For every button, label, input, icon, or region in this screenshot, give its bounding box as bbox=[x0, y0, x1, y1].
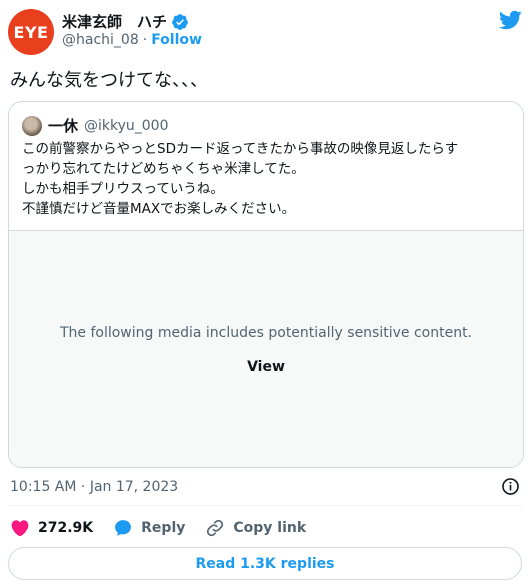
copy-link-button[interactable]: Copy link bbox=[205, 518, 306, 538]
handle-separator: · bbox=[142, 32, 148, 48]
twitter-bird-icon[interactable] bbox=[498, 8, 522, 32]
author-handle-row: @hachi_08 · Follow bbox=[62, 32, 202, 48]
link-icon bbox=[207, 519, 224, 537]
view-media-button[interactable]: View bbox=[247, 359, 285, 375]
reply-label: Reply bbox=[141, 520, 186, 536]
quoted-text-line: しかも相手プリウスっていうね。 bbox=[22, 181, 224, 197]
author-name-row: 米津玄師 ハチ bbox=[62, 11, 189, 32]
quoted-avatar[interactable] bbox=[22, 115, 42, 136]
like-count: 272.9K bbox=[38, 520, 94, 536]
info-icon[interactable] bbox=[501, 477, 520, 496]
tweet-time: 10:15 AM bbox=[10, 479, 77, 495]
author-avatar[interactable]: EYE bbox=[8, 9, 54, 55]
quoted-text: この前警察からやっとSDカード返ってきたから事故の映像見返したらす っかり忘れて… bbox=[22, 139, 512, 219]
copy-link-label: Copy link bbox=[233, 520, 307, 536]
verified-badge-icon bbox=[172, 13, 188, 30]
like-button[interactable]: 272.9K bbox=[10, 518, 93, 538]
quoted-text-line: この前警察からやっとSDカード返ってきたから事故の映像見返したらす bbox=[22, 141, 459, 157]
quoted-text-line: 不謹慎だけど音量MAXでお楽しみください。 bbox=[22, 201, 296, 217]
reply-bubble-icon bbox=[115, 520, 132, 536]
author-handle[interactable]: @hachi_08 bbox=[62, 32, 139, 48]
quoted-handle: @ikkyu_000 bbox=[84, 117, 169, 134]
tweet-actions: 272.9K Reply Copy link bbox=[10, 516, 326, 540]
author-display-name[interactable]: 米津玄師 ハチ bbox=[62, 11, 167, 32]
tweet-header: EYE 米津玄師 ハチ @hachi_08 · Follow bbox=[8, 8, 522, 56]
sensitive-media-notice: The following media includes potentially… bbox=[59, 325, 473, 341]
tweet-timestamp[interactable]: 10:15 AM · Jan 17, 2023 bbox=[10, 479, 178, 495]
divider bbox=[8, 505, 522, 506]
quoted-display-name: 一休 bbox=[48, 117, 79, 135]
tweet-text: みんな気をつけてな、、、 bbox=[10, 70, 208, 91]
timestamp-separator: · bbox=[80, 479, 86, 495]
quoted-tweet[interactable]: 一休 @ikkyu_000 この前警察からやっとSDカード返ってきたから事故の映… bbox=[8, 101, 524, 468]
reply-button[interactable]: Reply bbox=[113, 518, 185, 538]
read-replies-button[interactable]: Read 1.3K replies bbox=[8, 547, 522, 580]
quoted-author-row: 一休 @ikkyu_000 bbox=[22, 115, 169, 136]
sensitive-media-placeholder: The following media includes potentially… bbox=[9, 230, 523, 467]
quoted-text-line: っかり忘れてたけどめちゃくちゃ米津してた。 bbox=[22, 161, 305, 177]
follow-button[interactable]: Follow bbox=[151, 32, 202, 48]
tweet-date: Jan 17, 2023 bbox=[89, 479, 179, 495]
heart-icon bbox=[11, 520, 29, 537]
